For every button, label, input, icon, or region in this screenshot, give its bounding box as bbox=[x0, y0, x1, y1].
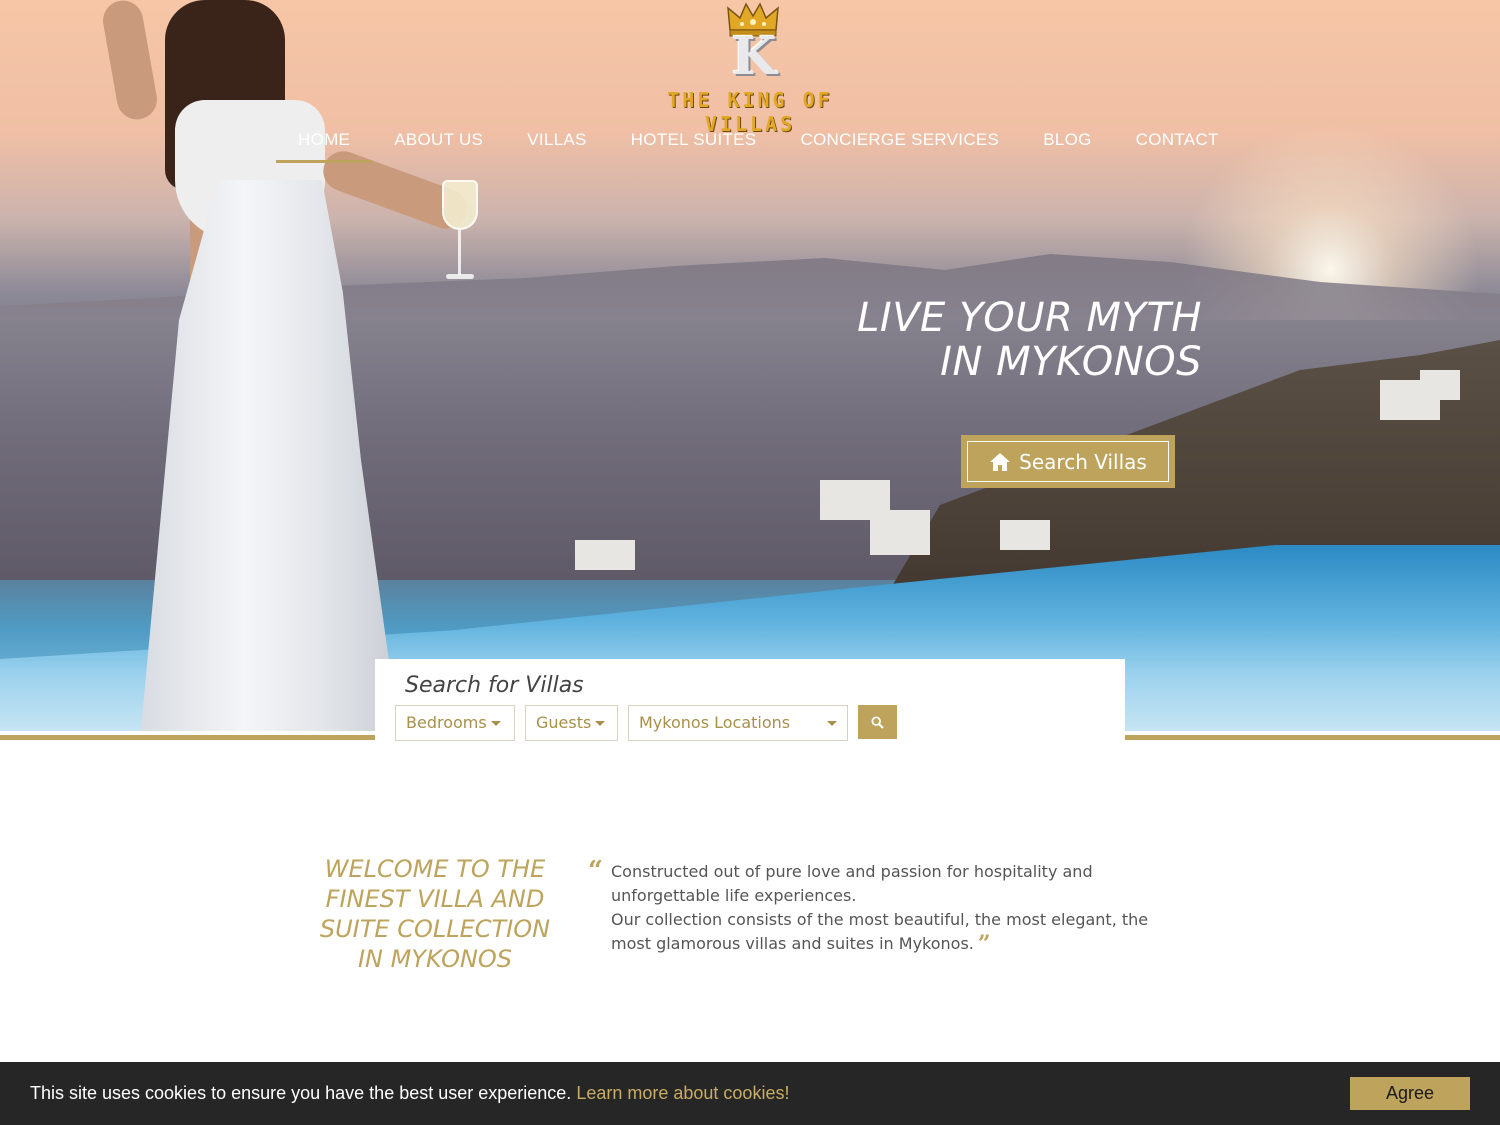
villa-search-panel: Search for Villas Bedrooms Guests Mykono… bbox=[375, 659, 1125, 754]
woman-raised-arm bbox=[99, 0, 161, 123]
welcome-heading-line1: WELCOME TO THE bbox=[324, 855, 546, 883]
site-logo[interactable]: K THE KING OF VILLAS bbox=[630, 0, 870, 136]
welcome-heading-line3: SUITE COLLECTION bbox=[319, 915, 551, 943]
nav-item-hotel-suites[interactable]: HOTEL SUITES bbox=[609, 120, 779, 163]
cookie-message-wrap: This site uses cookies to ensure you hav… bbox=[30, 1083, 789, 1104]
nav-item-contact[interactable]: CONTACT bbox=[1114, 120, 1241, 163]
nav-item-blog[interactable]: BLOG bbox=[1021, 120, 1113, 163]
search-villas-label: Search Villas bbox=[1019, 449, 1147, 474]
close-quote-icon: ” bbox=[977, 931, 991, 957]
welcome-text-line3: Our collection consists of the most beau… bbox=[611, 910, 1149, 929]
nav-item-villas[interactable]: VILLAS bbox=[505, 120, 608, 163]
nav-item-home[interactable]: HOME bbox=[276, 120, 373, 163]
guests-label: Guests bbox=[536, 713, 592, 732]
wine-glass bbox=[440, 180, 480, 285]
bedrooms-dropdown[interactable]: Bedrooms bbox=[395, 705, 515, 741]
welcome-heading-line2: FINEST VILLA AND bbox=[325, 885, 545, 913]
welcome-text-line2: unforgettable life experiences. bbox=[611, 886, 857, 905]
search-submit-button[interactable] bbox=[858, 705, 897, 739]
search-villas-button[interactable]: Search Villas bbox=[961, 435, 1175, 488]
welcome-heading: WELCOME TO THE FINEST VILLA AND SUITE CO… bbox=[300, 854, 570, 974]
cookie-learn-more-link[interactable]: Learn more about cookies! bbox=[576, 1083, 789, 1103]
hero-tagline-line1: LIVE YOUR MYTH bbox=[857, 295, 1202, 341]
welcome-text-line4: most glamorous villas and suites in Myko… bbox=[611, 934, 974, 953]
nav-item-about-us[interactable]: ABOUT US bbox=[372, 120, 505, 163]
bedrooms-label: Bedrooms bbox=[406, 713, 487, 732]
nav-item-concierge-services[interactable]: CONCIERGE SERVICES bbox=[778, 120, 1021, 163]
main-navigation: HOME ABOUT US VILLAS HOTEL SUITES CONCIE… bbox=[276, 120, 1241, 164]
hero-tagline-line2: IN MYKONOS bbox=[940, 339, 1202, 385]
home-icon bbox=[990, 452, 1011, 471]
chevron-down-icon bbox=[827, 721, 837, 726]
hero-tagline: LIVE YOUR MYTH IN MYKONOS bbox=[780, 296, 1202, 384]
chevron-down-icon bbox=[490, 721, 501, 726]
open-quote-icon: “ bbox=[588, 856, 603, 886]
search-panel-title: Search for Villas bbox=[405, 673, 584, 698]
chevron-down-icon bbox=[595, 721, 606, 726]
location-select[interactable]: Mykonos Locations bbox=[628, 705, 848, 741]
welcome-text: Constructed out of pure love and passion… bbox=[611, 860, 1201, 956]
welcome-heading-line4: IN MYKONOS bbox=[357, 945, 513, 973]
guests-dropdown[interactable]: Guests bbox=[525, 705, 618, 741]
cookie-agree-button[interactable]: Agree bbox=[1350, 1077, 1470, 1110]
welcome-text-line1: Constructed out of pure love and passion… bbox=[611, 862, 1093, 881]
logo-brand-text: THE KING OF VILLAS bbox=[667, 88, 833, 136]
cookie-message: This site uses cookies to ensure you hav… bbox=[30, 1083, 572, 1103]
search-icon bbox=[871, 715, 884, 729]
cookie-banner: This site uses cookies to ensure you hav… bbox=[0, 1062, 1500, 1125]
logo-monogram: K bbox=[731, 26, 777, 87]
location-label: Mykonos Locations bbox=[639, 713, 791, 732]
